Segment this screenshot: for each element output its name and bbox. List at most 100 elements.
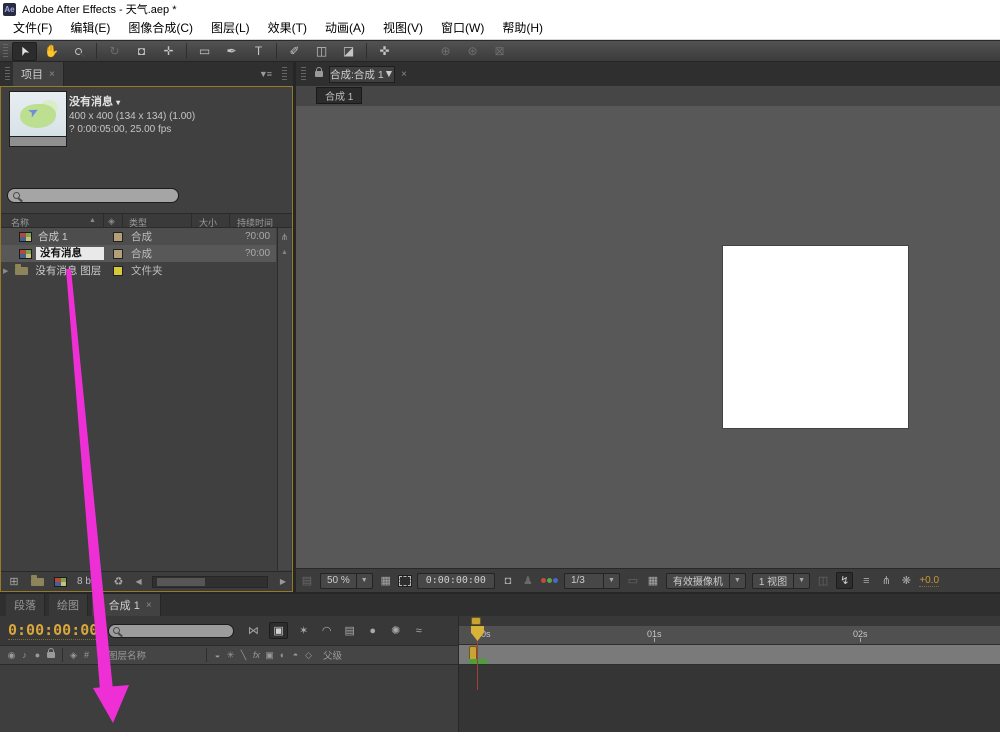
menu-effect[interactable]: 效果(T)	[259, 18, 316, 39]
time-navigator-handle[interactable]	[471, 617, 481, 625]
show-snapshot-icon[interactable]: ♟	[521, 574, 535, 587]
close-icon[interactable]: ×	[49, 69, 55, 80]
menu-animation[interactable]: 动画(A)	[316, 18, 374, 39]
item-name-editing[interactable]: 没有消息	[36, 247, 104, 260]
panel-gripper[interactable]	[282, 67, 287, 81]
viewer-selector-tab[interactable]: 合成 1	[316, 87, 362, 104]
screen-icon[interactable]: ▭	[626, 574, 640, 587]
panel-divider[interactable]	[293, 62, 296, 592]
live-update-icon[interactable]: ▣	[269, 622, 287, 639]
menu-window[interactable]: 窗口(W)	[432, 18, 493, 39]
region-of-interest-icon[interactable]	[399, 576, 411, 586]
close-icon[interactable]: ×	[401, 69, 407, 80]
menu-edit[interactable]: 编辑(E)	[61, 18, 119, 39]
timeline-button-icon[interactable]: ≡	[859, 575, 873, 587]
footage-thumbnail[interactable]: ➤	[9, 91, 67, 137]
pixel-aspect-icon[interactable]: ◫	[816, 574, 830, 587]
resolution-select[interactable]: 1/3 ▼	[564, 573, 620, 589]
layer-number-column[interactable]: #	[80, 650, 93, 660]
new-composition-icon[interactable]	[54, 577, 67, 587]
panel-gripper[interactable]	[5, 67, 10, 81]
exposure-icon[interactable]: ❋	[899, 574, 913, 587]
draft-3d-icon[interactable]: ✶	[297, 624, 311, 637]
pen-tool-button[interactable]: ✒	[219, 42, 244, 61]
type-tool-button[interactable]: T	[246, 42, 271, 61]
column-divider[interactable]	[229, 214, 230, 229]
lock-icon[interactable]	[315, 71, 323, 77]
view-axis-mode-button[interactable]: ⊠	[487, 42, 512, 61]
flowchart-icon[interactable]: ⋔	[281, 232, 289, 243]
shy-layers-icon[interactable]: ◠	[320, 624, 334, 637]
scroll-left-icon[interactable]: ◀	[135, 577, 141, 586]
label-color-swatch[interactable]	[113, 266, 123, 276]
zoom-tool-button[interactable]	[66, 42, 91, 61]
interpret-footage-icon[interactable]: ⊞	[7, 575, 21, 588]
safe-margins-icon[interactable]: ▦	[379, 574, 393, 587]
fast-previews-icon[interactable]: ↯	[836, 572, 853, 589]
composition-canvas[interactable]	[723, 246, 908, 428]
label-tag-icon[interactable]: ◈	[67, 650, 80, 661]
project-search-input[interactable]	[7, 188, 179, 203]
local-axis-mode-button[interactable]: ⊕	[433, 42, 458, 61]
comp-flowchart-icon[interactable]: ⋔	[879, 574, 893, 587]
hand-tool-button[interactable]: ✋	[39, 42, 64, 61]
tab-composition-viewer[interactable]: 合成:合成 1 ▼	[329, 66, 395, 83]
bit-depth-label[interactable]: 8 bpc	[77, 576, 101, 587]
tab-comp1-timeline[interactable]: ≡ 合成 1 ×	[92, 594, 161, 616]
chevron-down-icon[interactable]: ▾	[116, 98, 120, 107]
label-color-swatch[interactable]	[113, 249, 123, 259]
timeline-search-input[interactable]	[108, 624, 234, 638]
motion-blur-icon[interactable]: ●	[366, 625, 380, 637]
frame-blend-icon[interactable]: ▤	[343, 624, 357, 637]
column-divider[interactable]	[191, 214, 192, 229]
viewer-timecode[interactable]: 0:00:00:00	[417, 573, 495, 589]
eraser-tool-button[interactable]: ◪	[336, 42, 361, 61]
snapshot-icon[interactable]: ◘	[501, 575, 515, 587]
time-ruler[interactable]: 0s 01s 02s	[459, 626, 1000, 645]
view-layout-select[interactable]: 1 视图 ▼	[752, 573, 810, 589]
chevron-down-icon[interactable]: ▼	[384, 68, 394, 80]
rotation-tool-button[interactable]: ↻	[102, 42, 127, 61]
panel-gripper[interactable]	[301, 67, 306, 81]
menu-composition[interactable]: 图像合成(C)	[119, 18, 202, 39]
tab-paragraph[interactable]: 段落	[6, 594, 45, 616]
layer-name-column[interactable]: 图层名称	[108, 648, 146, 662]
menu-help[interactable]: 帮助(H)	[493, 18, 552, 39]
transparency-grid-icon[interactable]: ▦	[646, 574, 660, 587]
frame-blend-switch-icon[interactable]: ▣	[263, 650, 276, 661]
current-time-display[interactable]: 0:00:00:00	[8, 621, 98, 640]
clone-stamp-tool-button[interactable]: ◫	[309, 42, 334, 61]
menu-file[interactable]: 文件(F)	[4, 18, 61, 39]
motion-blur-switch-icon[interactable]: ◐	[276, 650, 289, 660]
sort-asc-icon[interactable]: ▲	[89, 217, 96, 224]
label-color-swatch[interactable]	[113, 232, 123, 242]
puppet-pin-tool-button[interactable]: ✜	[372, 42, 397, 61]
expander-icon[interactable]: ▶	[3, 267, 8, 275]
column-divider[interactable]	[103, 214, 104, 229]
table-row-comp1[interactable]: 合成 1 合成 ?0:00	[1, 228, 276, 245]
quality-icon[interactable]: ╲	[237, 650, 250, 661]
graph-editor-icon[interactable]: ≈	[412, 625, 426, 637]
parent-column[interactable]: 父级	[323, 648, 342, 662]
brainstorm-icon[interactable]: ✺	[389, 624, 403, 637]
trash-icon[interactable]: ♻	[111, 575, 125, 588]
brush-tool-button[interactable]: ✐	[282, 42, 307, 61]
panel-menu-icon[interactable]: ▼≡	[259, 69, 271, 79]
switches-icon[interactable]: ◒	[211, 650, 224, 660]
comp-mini-flowchart-icon[interactable]: ⋈	[246, 624, 260, 637]
solo-icon[interactable]: ●	[31, 650, 44, 660]
pan-behind-tool-button[interactable]: ✛	[156, 42, 181, 61]
menu-layer[interactable]: 图层(L)	[202, 18, 259, 39]
collapse-transformations-icon[interactable]: ✳	[224, 650, 237, 661]
exposure-value[interactable]: +0.0	[919, 575, 939, 587]
lock-icon[interactable]	[47, 652, 55, 658]
menu-view[interactable]: 视图(V)	[374, 18, 432, 39]
camera-select[interactable]: 有效摄像机 ▼	[666, 573, 746, 589]
close-icon[interactable]: ×	[146, 600, 152, 611]
project-horizontal-scrollbar[interactable]	[152, 576, 268, 588]
three-d-layer-icon[interactable]: ◇	[302, 650, 315, 661]
work-area-bar[interactable]	[459, 645, 1000, 665]
audio-icon[interactable]: ♪	[18, 650, 31, 660]
project-vertical-scrollbar[interactable]: ⋔ ▲	[277, 228, 291, 570]
adjustment-layer-icon[interactable]: ◓	[289, 650, 302, 660]
